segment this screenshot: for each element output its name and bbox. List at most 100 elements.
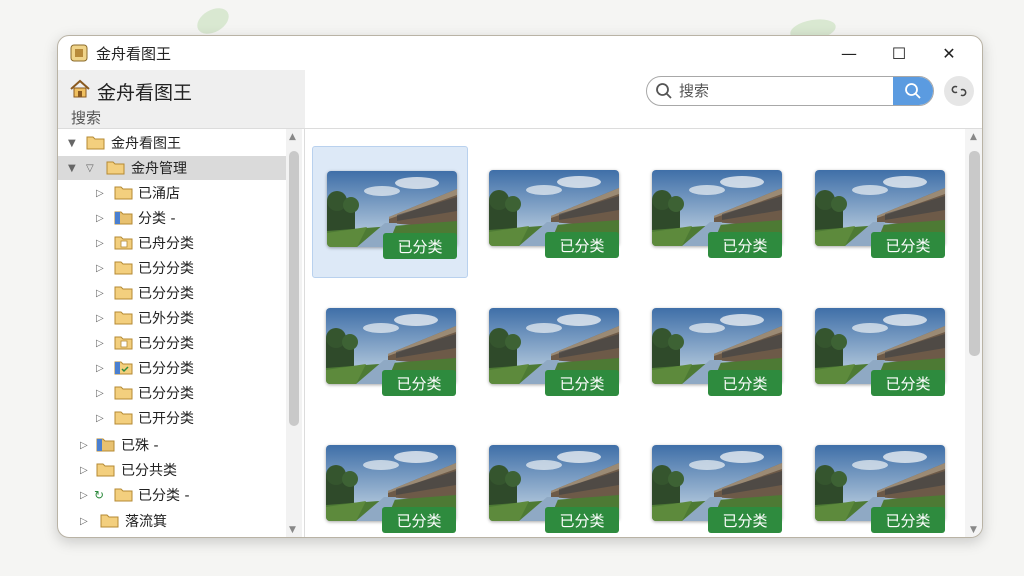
folder-icon — [114, 311, 133, 325]
tree-item[interactable]: ▼ ▽ 金舟管理 — [58, 156, 286, 180]
image-grid: 已分类 已分类 已分类 已分类 已分类 已分类 已分类 已分类 已分类 已分类 已分类 已分类 — [305, 129, 965, 537]
expanded-arrow-icon[interactable]: ▼ — [68, 138, 76, 149]
scroll-up-icon[interactable]: ▲ — [970, 132, 977, 142]
tree-item[interactable]: ▷ 已分分类 — [58, 256, 286, 280]
sidebar-search-label[interactable]: 搜索 — [71, 107, 101, 128]
tree-item[interactable]: ▷ 落流箕 — [58, 509, 286, 533]
tree-item[interactable]: ▷ 已分分类 — [58, 281, 286, 305]
tree-item-label: 已涌店 — [138, 186, 180, 202]
image-thumbnail-card[interactable]: 已分类 — [638, 421, 794, 537]
tree-item[interactable]: ▼ 金舟看图王 — [58, 131, 286, 155]
collapsed-arrow-icon[interactable]: ▷ — [80, 490, 88, 501]
search-icon — [905, 83, 921, 99]
expanded-arrow-icon[interactable]: ▽ — [86, 163, 94, 174]
tree-item-label: 已殊 - — [121, 438, 159, 454]
link-icon-button[interactable] — [944, 76, 974, 106]
tree-item-label: 已舟分类 — [138, 236, 194, 252]
grid-scroll-thumb[interactable] — [969, 151, 980, 356]
tree-item[interactable]: ▷ 已分分类 — [58, 331, 286, 355]
scroll-up-icon[interactable]: ▲ — [289, 132, 296, 142]
classified-badge: 已分类 — [708, 507, 782, 533]
tree-item-label: 分类 - — [138, 211, 176, 227]
collapsed-arrow-icon[interactable]: ▷ — [80, 465, 88, 476]
tree-item[interactable]: ▷ 已分分类 — [58, 356, 286, 380]
classified-badge: 已分类 — [545, 232, 619, 258]
close-button[interactable]: ✕ — [924, 36, 974, 70]
tree-item[interactable]: ▷ 已舟分类 — [58, 231, 286, 255]
search-icon — [656, 83, 672, 99]
window-title: 金舟看图王 — [96, 44, 172, 63]
search-input[interactable] — [679, 82, 869, 100]
collapsed-arrow-icon[interactable]: ▷ — [96, 213, 104, 224]
tree-item[interactable]: ▷ 已外分类 — [58, 306, 286, 330]
toolbar — [305, 70, 982, 128]
classified-badge: 已分类 — [708, 370, 782, 396]
image-thumbnail-card[interactable]: 已分类 — [475, 421, 631, 537]
folder-icon — [114, 286, 133, 300]
tree-item[interactable]: ▷ 已涌店 — [58, 181, 286, 205]
sync-icon: ↻ — [94, 488, 105, 502]
expanded-arrow-icon[interactable]: ▼ — [68, 163, 76, 174]
classified-badge: 已分类 — [383, 233, 457, 259]
image-thumbnail-card[interactable]: 已分类 — [638, 146, 794, 278]
folder-icon — [106, 161, 125, 175]
tree-scrollbar[interactable]: ▲ ▼ — [286, 129, 302, 537]
image-thumbnail-card[interactable]: 已分类 — [801, 421, 957, 537]
folder-icon — [96, 463, 115, 477]
image-thumbnail-card[interactable]: 已分类 — [312, 284, 468, 416]
image-thumbnail-card[interactable]: 已分类 — [312, 421, 468, 537]
sidebar-header: 金舟看图王 搜索 — [58, 70, 305, 128]
grid-scrollbar[interactable]: ▲ ▼ — [965, 129, 982, 537]
classified-badge: 已分类 — [382, 507, 456, 533]
classified-badge: 已分类 — [871, 232, 945, 258]
tree-item[interactable]: ▷ ↻ 已分类 - — [58, 483, 286, 507]
classified-badge: 已分类 — [545, 370, 619, 396]
tree-item-label: 已分分类 — [138, 261, 194, 277]
collapsed-arrow-icon[interactable]: ▷ — [80, 440, 88, 451]
folder-icon — [86, 136, 105, 150]
app-window: 金舟看图王 — ☐ ✕ 金舟看图王 搜索 搜索 ▼ 金舟看图王 ▼ ▽ 金舟管理… — [57, 35, 983, 538]
image-thumbnail-card[interactable]: 已分类 — [801, 146, 957, 278]
collapsed-arrow-icon[interactable]: ▷ — [96, 288, 104, 299]
scroll-down-icon[interactable]: ▼ — [289, 525, 296, 535]
tree-item[interactable]: ▷ 已开分类 — [58, 406, 286, 430]
minimize-button[interactable]: — — [824, 36, 874, 70]
tree-item[interactable]: ▷ 已分分类 — [58, 381, 286, 405]
image-thumbnail-card[interactable]: 已分类 — [475, 284, 631, 416]
image-thumbnail-card[interactable]: 已分类 — [638, 284, 794, 416]
classified-badge: 已分类 — [871, 507, 945, 533]
tree-item-label: 已外分类 — [138, 311, 194, 327]
search-button[interactable] — [893, 77, 933, 105]
collapsed-arrow-icon[interactable]: ▷ — [96, 338, 104, 349]
tree-item-label: 已开分类 — [138, 411, 194, 427]
tree-item-label: 已分分类 — [138, 361, 194, 377]
search-box[interactable] — [646, 76, 934, 106]
tree-scroll-thumb[interactable] — [289, 151, 299, 426]
classified-badge: 已分类 — [871, 370, 945, 396]
collapsed-arrow-icon[interactable]: ▷ — [96, 263, 104, 274]
collapsed-arrow-icon[interactable]: ▷ — [96, 313, 104, 324]
tree-item-label: 落流箕 — [125, 514, 167, 530]
folder-icon — [114, 186, 133, 200]
classified-badge: 已分类 — [545, 507, 619, 533]
collapsed-arrow-icon[interactable]: ▷ — [96, 238, 104, 249]
image-thumbnail-card[interactable]: 已分类 — [801, 284, 957, 416]
collapsed-arrow-icon[interactable]: ▷ — [96, 363, 104, 374]
scroll-down-icon[interactable]: ▼ — [970, 525, 977, 535]
image-thumbnail-card[interactable]: 已分类 — [475, 146, 631, 278]
tree-item[interactable]: ▷ 已殊 - — [58, 433, 286, 457]
image-thumbnail-card[interactable]: 已分类 — [312, 146, 468, 278]
folder-icon — [114, 411, 133, 425]
tree-item-label: 已分共类 — [121, 463, 177, 479]
folder-blue-icon — [114, 211, 133, 225]
tree-item[interactable]: ▷ 分类 - — [58, 206, 286, 230]
collapsed-arrow-icon[interactable]: ▷ — [96, 388, 104, 399]
tree-item[interactable]: ▷ 已分共类 — [58, 458, 286, 482]
classified-badge: 已分类 — [708, 232, 782, 258]
maximize-button[interactable]: ☐ — [874, 36, 924, 70]
app-logo-icon — [70, 44, 88, 62]
collapsed-arrow-icon[interactable]: ▷ — [80, 516, 88, 527]
tree-item-label: 已分分类 — [138, 286, 194, 302]
collapsed-arrow-icon[interactable]: ▷ — [96, 413, 104, 424]
collapsed-arrow-icon[interactable]: ▷ — [96, 188, 104, 199]
